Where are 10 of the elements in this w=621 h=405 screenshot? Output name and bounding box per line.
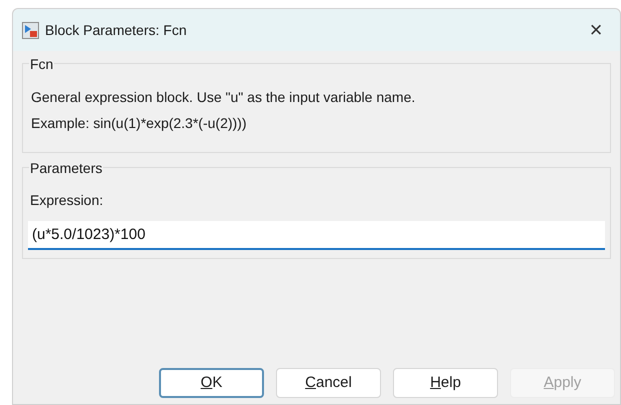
block-icon [22,22,39,38]
dialog-button[interactable]: Cancel [276,368,381,398]
dialog-button[interactable]: Help [393,368,498,398]
close-button[interactable]: × [580,15,612,45]
dialog-button[interactable]: OK [159,368,264,398]
expression-field[interactable]: (u*5.0/1023)*100 [28,221,605,250]
field-label: Expression: [29,191,104,210]
description-text: Example: sin(u(1)*exp(2.3*(-u(2)))) [31,114,248,133]
description-text: General expression block. Use "u" as the input variable name. [31,88,416,107]
window-title: Block Parameters: Fcn [45,20,187,40]
